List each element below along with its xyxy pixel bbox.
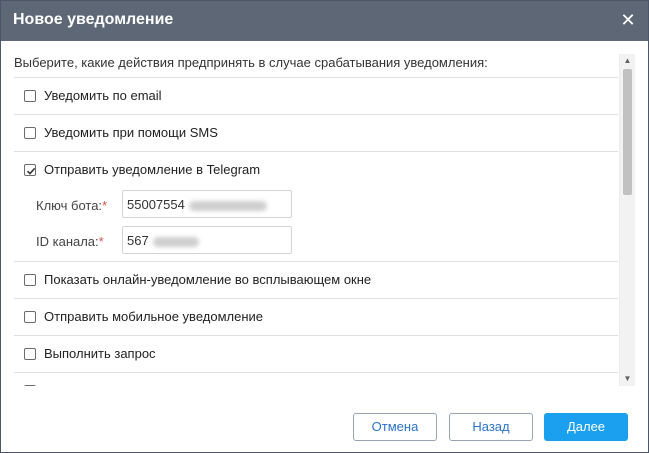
action-label: Уведомить при помощи SMS: [44, 125, 218, 140]
required-mark: *: [98, 234, 104, 249]
email-checkbox[interactable]: [24, 90, 36, 102]
action-label: Показать онлайн-уведомление во всплывающ…: [44, 272, 372, 287]
cancel-button[interactable]: Отмена: [353, 413, 437, 441]
scrollbar-thumb[interactable]: [623, 69, 632, 195]
action-telegram[interactable]: Отправить уведомление в Telegram: [14, 152, 618, 188]
dialog-titlebar: Новое уведомление ✕: [1, 1, 648, 41]
back-button[interactable]: Назад: [449, 413, 533, 441]
bot-key-label: Ключ бота:*: [36, 198, 108, 213]
actions-list: Уведомить по email Уведомить при помощи …: [14, 77, 618, 386]
required-mark: *: [102, 198, 108, 213]
bot-key-row: Ключ бота:* 55007554: [14, 188, 618, 224]
instruction-text: Выберите, какие действия предпринять в с…: [14, 55, 488, 70]
action-request[interactable]: Выполнить запрос: [14, 336, 618, 372]
list-item: Показать онлайн-уведомление во всплывающ…: [14, 262, 618, 299]
action-label: Отправить уведомление в Telegram: [44, 162, 261, 177]
mobile-checkbox[interactable]: [24, 311, 36, 323]
bot-key-field[interactable]: 55007554: [122, 190, 292, 218]
action-label: Уведомить по email: [44, 88, 162, 103]
dialog-title: Новое уведомление: [13, 11, 174, 28]
list-item: Уведомить при помощи SMS: [14, 115, 618, 152]
request-checkbox[interactable]: [24, 348, 36, 360]
sms-checkbox[interactable]: [24, 127, 36, 139]
close-icon[interactable]: ✕: [618, 9, 638, 31]
list-item: Уведомить по email: [14, 78, 618, 115]
action-partial[interactable]: [14, 373, 618, 386]
popup-checkbox[interactable]: [24, 274, 36, 286]
list-item-partial: [14, 373, 618, 386]
action-email[interactable]: Уведомить по email: [14, 78, 618, 114]
action-sms[interactable]: Уведомить при помощи SMS: [14, 115, 618, 151]
scroll-down-icon[interactable]: ▼: [620, 372, 635, 386]
new-notification-dialog: Новое уведомление ✕ Выберите, какие дейс…: [0, 0, 649, 453]
next-button[interactable]: Далее: [544, 413, 628, 441]
redacted-blur: [152, 236, 199, 247]
action-label: Выполнить запрос: [44, 346, 156, 361]
list-item: Выполнить запрос: [14, 336, 618, 373]
redacted-blur: [188, 200, 267, 211]
action-mobile[interactable]: Отправить мобильное уведомление: [14, 299, 618, 335]
partial-checkbox[interactable]: [24, 385, 36, 386]
list-item: Отправить мобильное уведомление: [14, 299, 618, 336]
scroll-up-icon[interactable]: ▲: [620, 54, 635, 68]
list-item: Отправить уведомление в Telegram Ключ бо…: [14, 152, 618, 262]
channel-id-field[interactable]: 567: [122, 226, 292, 254]
channel-id-row: ID канала:* 567: [14, 224, 618, 260]
checkmark-icon: [26, 167, 36, 175]
channel-id-label: ID канала:*: [36, 234, 104, 249]
action-popup[interactable]: Показать онлайн-уведомление во всплывающ…: [14, 262, 618, 298]
action-label: Отправить мобильное уведомление: [44, 309, 264, 324]
scrollbar[interactable]: ▲ ▼: [619, 54, 635, 386]
telegram-checkbox[interactable]: [24, 164, 36, 176]
